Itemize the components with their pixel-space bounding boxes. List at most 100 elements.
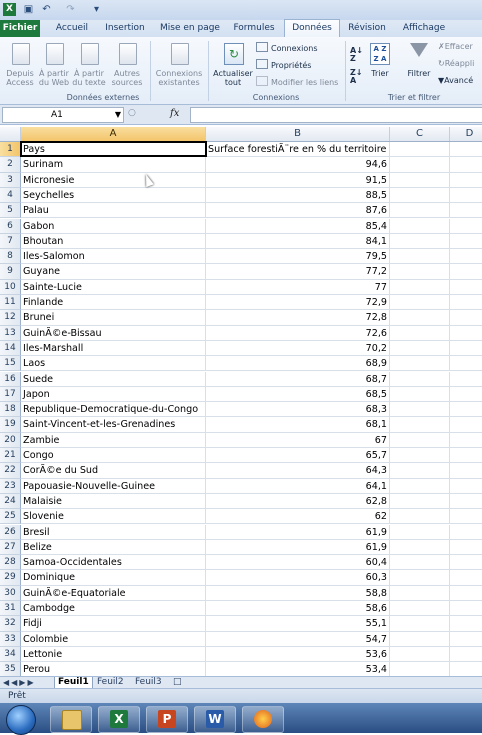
customize-quick-access-icon[interactable]: ▾	[90, 3, 103, 16]
cell-country[interactable]: Samoa-Occidentales	[21, 555, 206, 571]
row-header[interactable]: 10	[0, 279, 21, 295]
cell-empty[interactable]	[390, 493, 450, 510]
cell-country[interactable]: Bresil	[21, 524, 206, 540]
excel-button[interactable]: X	[98, 706, 140, 733]
explorer-button[interactable]	[50, 706, 92, 733]
sheet-tab-feuil2[interactable]: Feuil2	[94, 677, 127, 688]
other-sources-button[interactable]: Autres sources	[108, 41, 146, 89]
cell-forest-percent[interactable]: 79,5	[206, 249, 390, 265]
cell-forest-percent[interactable]: 87,6	[206, 203, 390, 219]
cell-empty[interactable]	[390, 356, 450, 372]
cell-forest-percent[interactable]: 61,9	[206, 524, 390, 540]
cell-forest-percent[interactable]: 88,5	[206, 187, 390, 204]
cell-country[interactable]: Dominique	[21, 570, 206, 586]
tab-insertion[interactable]: Insertion	[100, 20, 150, 37]
cell-empty[interactable]	[390, 478, 450, 494]
text-button[interactable]: À partir du texte	[72, 41, 106, 89]
row-header[interactable]: 35	[0, 662, 21, 676]
tab-affichage[interactable]: Affichage	[398, 20, 450, 37]
cell-country[interactable]: Guyane	[21, 264, 206, 280]
sheet-nav-arrows[interactable]: ◀◀▶▶	[3, 677, 36, 688]
row-header[interactable]: 31	[0, 601, 21, 617]
cell-country[interactable]: Perou	[21, 662, 206, 676]
cell-empty[interactable]	[390, 616, 450, 632]
row-header[interactable]: 1	[0, 142, 21, 158]
cell-country[interactable]: Colombie	[21, 631, 206, 647]
cell-empty[interactable]	[390, 662, 450, 676]
cell-forest-percent[interactable]: 60,3	[206, 570, 390, 586]
cell-d1[interactable]	[450, 142, 482, 158]
row-header[interactable]: 17	[0, 386, 21, 403]
excel-app-icon[interactable]: X	[3, 3, 16, 16]
effacer-button[interactable]: ✗Effacer	[438, 42, 482, 52]
cell-empty[interactable]	[390, 601, 450, 617]
insert-function-icon[interactable]: fx	[170, 108, 186, 120]
row-header[interactable]: 2	[0, 157, 21, 173]
cell-forest-percent[interactable]: 85,4	[206, 218, 390, 234]
cell-country[interactable]: GuinÃ©e-Equatoriale	[21, 585, 206, 601]
modifier-liens-link[interactable]: Modifier les liens	[256, 76, 346, 88]
cell-forest-percent[interactable]: 53,4	[206, 662, 390, 676]
sort-az-icon[interactable]: A↓ Z	[350, 47, 363, 63]
cell-empty[interactable]	[390, 233, 450, 250]
cell-country[interactable]: Fidji	[21, 616, 206, 632]
cell-country[interactable]: Surinam	[21, 157, 206, 173]
cell-country[interactable]: Japon	[21, 386, 206, 403]
column-header-b[interactable]: B	[206, 127, 390, 141]
cell-empty[interactable]	[390, 218, 450, 234]
cell-country[interactable]: Congo	[21, 448, 206, 464]
row-header[interactable]: 33	[0, 631, 21, 647]
cell-empty[interactable]	[390, 524, 450, 540]
cell-forest-percent[interactable]: 91,5	[206, 172, 390, 188]
cell-empty[interactable]	[450, 157, 482, 173]
cell-country[interactable]: Sainte-Lucie	[21, 279, 206, 295]
cell-empty[interactable]	[450, 280, 482, 295]
cell-empty[interactable]	[450, 356, 482, 372]
refresh-all-button[interactable]: ↻ Actualiser tout	[212, 41, 254, 89]
row-header[interactable]: 11	[0, 295, 21, 311]
cell-empty[interactable]	[450, 570, 482, 586]
cell-country[interactable]: Gabon	[21, 218, 206, 234]
cell-empty[interactable]	[450, 463, 482, 479]
cell-forest-percent[interactable]: 64,1	[206, 478, 390, 494]
cell-forest-percent[interactable]: 94,6	[206, 157, 390, 173]
cell-empty[interactable]	[450, 249, 482, 265]
cell-empty[interactable]	[390, 448, 450, 464]
cell-empty[interactable]	[450, 417, 482, 433]
cell-empty[interactable]	[390, 203, 450, 219]
row-header[interactable]: 28	[0, 555, 21, 571]
row-header[interactable]: 27	[0, 539, 21, 556]
tab-revision[interactable]: Révision	[344, 20, 390, 37]
cell-country[interactable]: Laos	[21, 356, 206, 372]
cell-empty[interactable]	[450, 264, 482, 280]
cell-forest-percent[interactable]: 72,9	[206, 295, 390, 311]
cell-empty[interactable]	[390, 325, 450, 341]
cell-empty[interactable]	[450, 555, 482, 571]
row-header[interactable]: 21	[0, 448, 21, 464]
cell-empty[interactable]	[390, 631, 450, 647]
row-header[interactable]: 20	[0, 432, 21, 448]
cell-country[interactable]: Cambodge	[21, 601, 206, 617]
cell-country[interactable]: Saint-Vincent-et-les-Grenadines	[21, 417, 206, 433]
column-header-a[interactable]: A	[21, 127, 206, 141]
sort-button[interactable]: A ZZ A Trier	[366, 41, 394, 89]
cell-empty[interactable]	[390, 646, 450, 663]
connexions-link[interactable]: Connexions	[256, 42, 326, 54]
cell-empty[interactable]	[450, 662, 482, 676]
sort-za-icon[interactable]: Z↓ A	[350, 69, 363, 85]
cell-forest-percent[interactable]: 77	[206, 279, 390, 295]
cell-empty[interactable]	[450, 188, 482, 204]
cell-forest-percent[interactable]: 58,6	[206, 601, 390, 617]
cell-country[interactable]: Republique-Democratique-du-Congo	[21, 402, 206, 418]
cell-empty[interactable]	[450, 601, 482, 617]
cell-empty[interactable]	[390, 249, 450, 265]
cell-c1[interactable]	[390, 142, 450, 158]
cell-forest-percent[interactable]: 60,4	[206, 555, 390, 571]
cell-forest-percent[interactable]: 54,7	[206, 631, 390, 647]
cell-country[interactable]: GuinÃ©e-Bissau	[21, 325, 206, 341]
existing-connections-button[interactable]: Connexions existantes	[154, 41, 204, 89]
cell-forest-percent[interactable]: 68,3	[206, 402, 390, 418]
cell-empty[interactable]	[450, 295, 482, 311]
cell-country[interactable]: Slovenie	[21, 509, 206, 525]
row-header[interactable]: 8	[0, 249, 21, 265]
